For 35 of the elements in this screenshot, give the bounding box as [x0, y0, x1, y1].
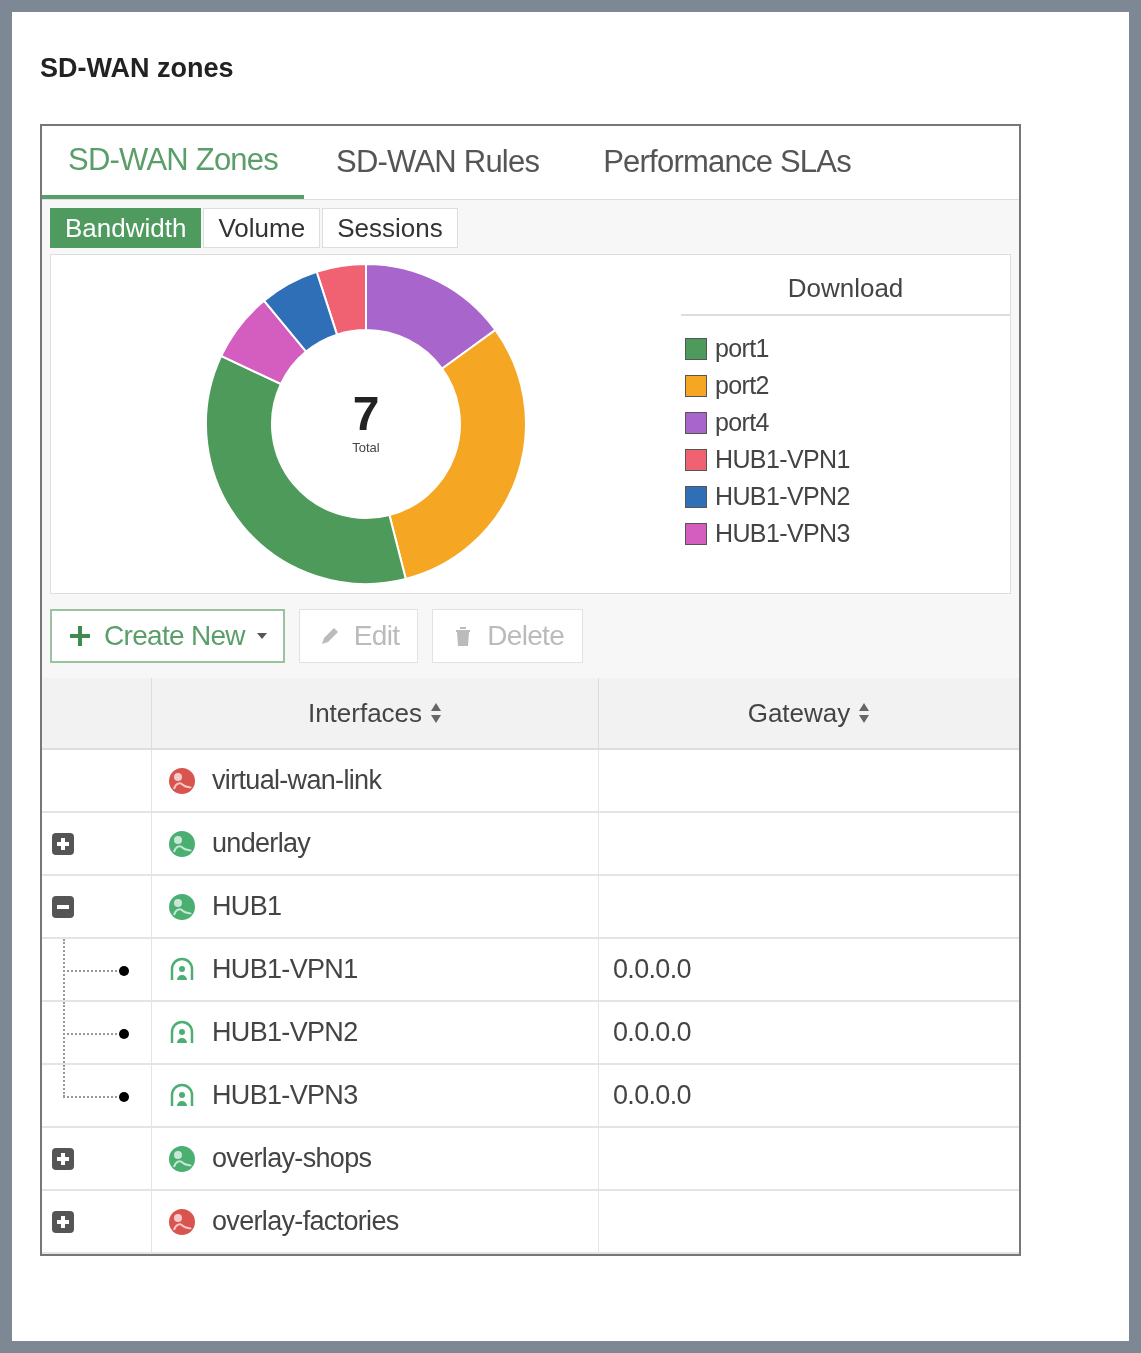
total-label: Total: [352, 439, 380, 458]
interface-name: HUB1: [212, 890, 282, 924]
expand-toggle[interactable]: [52, 1147, 74, 1170]
gateway-value: 0.0.0.0: [613, 1016, 691, 1050]
interface-name: HUB1-VPN1: [212, 953, 358, 987]
legend-label: port1: [715, 332, 769, 364]
gateway-value: 0.0.0.0: [613, 1079, 691, 1113]
plus-icon: [68, 624, 92, 648]
collapse-toggle[interactable]: [52, 895, 74, 918]
interface-name: virtual-wan-link: [212, 764, 382, 798]
view-tab[interactable]: Sessions: [322, 208, 458, 248]
interface-name: overlay-factories: [212, 1205, 399, 1239]
page-title: SD-WAN zones: [40, 52, 235, 85]
legend-label: HUB1-VPN3: [715, 517, 850, 549]
interface-name: HUB1-VPN2: [212, 1016, 358, 1050]
interface-name: underlay: [212, 827, 311, 861]
sort-icon: [858, 702, 871, 724]
total-count: 7: [352, 390, 380, 439]
expand-toggle[interactable]: [52, 832, 74, 855]
tab[interactable]: Performance SLAs: [571, 126, 883, 199]
interface-name: overlay-shops: [212, 1142, 372, 1176]
gateway-value: 0.0.0.0: [613, 953, 691, 987]
legend-label: HUB1-VPN2: [715, 480, 850, 512]
legend-title: Download: [681, 269, 1010, 316]
legend-label: port4: [715, 406, 769, 438]
column-header[interactable]: Gateway: [599, 678, 1019, 748]
column-header[interactable]: Interfaces: [152, 678, 599, 748]
interface-name: HUB1-VPN3: [212, 1079, 358, 1113]
view-tab[interactable]: Volume: [203, 208, 321, 248]
legend-label: port2: [715, 369, 769, 401]
tab[interactable]: SD-WAN Rules: [304, 126, 572, 199]
sort-icon: [430, 702, 443, 724]
caret-icon: [256, 633, 267, 639]
expand-toggle[interactable]: [52, 1210, 74, 1233]
legend-label: HUB1-VPN1: [715, 443, 850, 475]
